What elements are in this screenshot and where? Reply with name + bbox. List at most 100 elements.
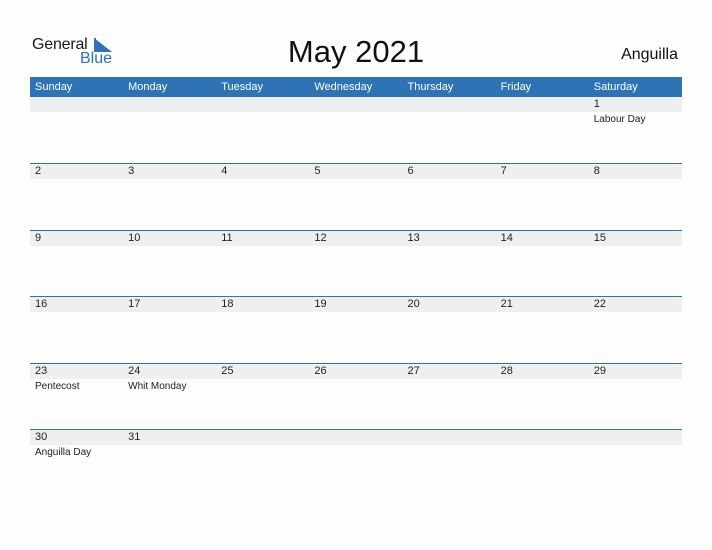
day-cell[interactable]: 11 [216, 231, 309, 246]
day-number: 26 [314, 364, 327, 377]
day-number: 5 [314, 165, 321, 177]
day-number: 17 [128, 298, 141, 311]
day-number: 20 [407, 298, 420, 311]
day-number: 29 [593, 364, 606, 377]
day-number: 21 [500, 298, 513, 311]
week-row: 30 Anguilla Day 31 [30, 429, 682, 496]
day-cell[interactable] [403, 430, 496, 445]
day-cell[interactable]: 12 [309, 231, 402, 246]
day-cell[interactable]: 17 [123, 297, 216, 312]
weekday-tuesday: Tuesday [221, 81, 264, 93]
week-row: 16 17 18 19 20 21 22 [30, 296, 682, 363]
day-cell[interactable]: 29 [589, 364, 682, 379]
day-number: 7 [500, 165, 507, 177]
day-number: 16 [35, 298, 48, 311]
day-cell[interactable]: 8 [589, 164, 682, 179]
day-number: 30 [35, 431, 48, 444]
week-row: 9 10 11 12 13 14 15 [30, 229, 682, 297]
day-number: 10 [128, 231, 141, 244]
day-cell[interactable]: 15 [589, 231, 682, 246]
day-cell[interactable]: 2 [30, 164, 123, 179]
date-strip: 16 17 18 19 20 21 22 [30, 297, 682, 313]
day-number: 22 [593, 298, 606, 311]
week-row: 2 3 4 5 6 7 8 [30, 163, 682, 230]
day-number: 3 [128, 165, 135, 177]
day-cell[interactable]: 1 Labour Day [589, 97, 682, 125]
day-number: 18 [221, 298, 234, 311]
day-number: 13 [407, 231, 420, 244]
holiday-label: Whit Monday [128, 380, 187, 392]
day-cell[interactable]: 18 [216, 297, 309, 312]
day-cell[interactable] [403, 97, 496, 112]
day-cell[interactable]: 31 [123, 430, 216, 445]
day-number: 1 [593, 98, 600, 110]
day-number: 19 [314, 298, 327, 311]
day-number: 9 [35, 231, 42, 244]
weekday-friday: Friday [500, 81, 532, 93]
weekday-header: Sunday Monday Tuesday Wednesday Thursday… [30, 77, 682, 97]
day-number: 12 [314, 231, 327, 244]
day-cell[interactable] [30, 97, 123, 112]
day-cell[interactable]: 19 [309, 297, 402, 312]
day-cell[interactable]: 20 [403, 297, 496, 312]
holiday-label: Pentecost [35, 380, 80, 392]
day-cell[interactable] [216, 97, 309, 112]
day-cell[interactable] [496, 97, 589, 112]
day-cell[interactable] [216, 430, 309, 445]
day-cell[interactable]: 4 [216, 164, 309, 179]
date-strip: 23 Pentecost 24 Whit Monday 25 26 27 28 29 [30, 363, 682, 392]
day-cell[interactable]: 23 Pentecost [30, 364, 123, 392]
day-cell[interactable]: 7 [496, 164, 589, 179]
day-cell[interactable]: 28 [496, 364, 589, 379]
day-cell[interactable] [496, 430, 589, 445]
day-cell[interactable]: 3 [123, 164, 216, 179]
day-cell[interactable]: 14 [496, 231, 589, 246]
holiday-label: Anguilla Day [35, 447, 92, 459]
day-cell[interactable]: 30 Anguilla Day [30, 430, 123, 458]
day-number: 31 [128, 431, 141, 444]
day-cell[interactable]: 10 [123, 231, 216, 246]
calendar-grid: Sunday Monday Tuesday Wednesday Thursday… [30, 77, 682, 496]
weekday-sunday: Sunday [35, 81, 73, 93]
day-number: 28 [500, 364, 513, 377]
weeks-container: 1 Labour Day 2 3 4 5 6 7 8 9 10 11 12 13 14 15 16 17 18 19 2… [30, 97, 682, 496]
day-cell[interactable]: 13 [403, 231, 496, 246]
weekday-wednesday: Wednesday [314, 81, 373, 93]
day-cell[interactable]: 25 [216, 364, 309, 379]
weekday-thursday: Thursday [407, 81, 454, 93]
day-cell[interactable]: 16 [30, 297, 123, 312]
day-number: 24 [128, 364, 141, 377]
day-number: 25 [221, 364, 234, 377]
day-number: 15 [593, 231, 606, 244]
day-cell[interactable]: 26 [309, 364, 402, 379]
day-cell[interactable] [309, 97, 402, 112]
day-cell[interactable]: 24 Whit Monday [123, 364, 216, 392]
week-row: 23 Pentecost 24 Whit Monday 25 26 27 28 29 [30, 362, 682, 430]
day-number: 14 [500, 231, 513, 244]
week-row: 1 Labour Day [30, 97, 682, 163]
day-cell[interactable] [309, 430, 402, 445]
day-number: 11 [221, 231, 233, 244]
day-number: 27 [407, 364, 420, 377]
holiday-label: Labour Day [593, 114, 646, 125]
date-strip: 30 Anguilla Day 31 [30, 430, 682, 458]
day-cell[interactable] [123, 97, 216, 112]
day-cell[interactable]: 21 [496, 297, 589, 312]
country-label: Anguilla [621, 46, 678, 63]
date-strip: 2 3 4 5 6 7 8 [30, 164, 682, 179]
page-title: May 2021 [287, 34, 425, 69]
day-number: 4 [221, 165, 228, 177]
day-number: 2 [35, 165, 42, 177]
day-number: 8 [593, 165, 600, 177]
day-cell[interactable]: 5 [309, 164, 402, 179]
weekday-saturday: Saturday [593, 81, 638, 93]
day-number: 23 [35, 364, 48, 377]
day-cell[interactable]: 9 [30, 231, 123, 246]
day-cell[interactable]: 27 [403, 364, 496, 379]
date-strip: 9 10 11 12 13 14 15 [30, 230, 682, 246]
weekday-monday: Monday [128, 81, 168, 93]
day-cell[interactable]: 22 [589, 297, 682, 312]
day-cell[interactable] [589, 430, 682, 445]
day-cell[interactable]: 6 [403, 164, 496, 179]
date-strip: 1 Labour Day [30, 97, 682, 125]
